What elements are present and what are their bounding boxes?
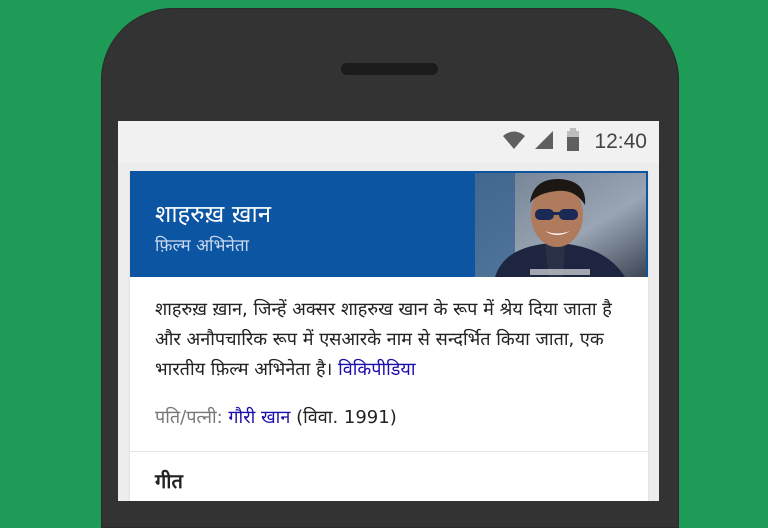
spouse-row: पति/पत्नी: गौरी खान (विवा. 1991)	[155, 405, 397, 429]
portrait-photo[interactable]	[475, 173, 646, 277]
wifi-icon	[502, 130, 526, 154]
section-divider	[130, 451, 648, 452]
card-description: शाहरुख़ ख़ान, जिन्हें अक्सर शाहरुख खान क…	[155, 295, 625, 385]
wikipedia-link[interactable]: विकिपीडिया	[338, 359, 415, 380]
signal-icon	[534, 130, 554, 154]
battery-icon	[566, 128, 580, 156]
phone-speaker	[341, 63, 438, 75]
card-title: शाहरुख़ ख़ान	[155, 200, 272, 228]
knowledge-card: शाहरुख़ ख़ान फ़िल्म अभिनेता शाहरुख़ ख़ान…	[130, 171, 648, 501]
card-subtitle: फ़िल्म अभिनेता	[155, 236, 249, 256]
spouse-detail: (विवा. 1991)	[296, 407, 397, 428]
phone-screen: 12:40 शाहरुख़ ख़ान फ़िल्म अभिनेता शाहरुख…	[118, 121, 659, 501]
spouse-link[interactable]: गौरी खान	[228, 407, 290, 428]
spouse-label: पति/पत्नी:	[155, 407, 223, 428]
card-header: शाहरुख़ ख़ान फ़िल्म अभिनेता	[130, 171, 648, 277]
status-bar: 12:40	[118, 121, 659, 163]
status-time: 12:40	[594, 130, 647, 153]
songs-section-heading[interactable]: गीत	[155, 467, 183, 494]
